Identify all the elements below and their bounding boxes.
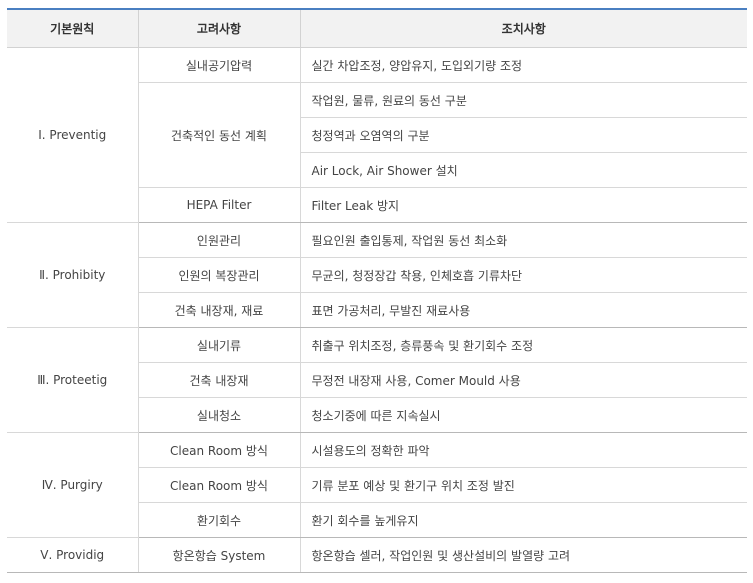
action-cell: 취출구 위치조정, 층류풍속 및 환기회수 조정	[299, 327, 747, 363]
consideration-cell: 실내청소	[137, 397, 300, 433]
table-row: Ⅳ. Purgiry Clean Room 방식 시설용도의 정확한 파악	[7, 432, 747, 538]
header-principle: 기본원칙	[7, 9, 138, 48]
header-row: 기본원칙 고려사항 조치사항	[7, 9, 747, 48]
action-cell: Filter Leak 방지	[299, 187, 747, 223]
principles-table: 기본원칙 고려사항 조치사항 Ⅰ. Preventig 실내공기압력 실간 차압…	[7, 8, 747, 573]
action-cell: 표면 가공처리, 무발진 재료사용	[299, 292, 747, 328]
table-row: Ⅱ. Prohibity 인원관리 필요인원 출입통제, 작업원 동선 최소화	[7, 222, 747, 328]
action-cell: 항온항습 셀러, 작업인원 및 생산설비의 발열량 고려	[299, 537, 747, 573]
action-cell: 청소기중에 따른 지속실시	[299, 397, 747, 433]
consideration-cell: 건축적인 동선 계획	[137, 82, 300, 188]
table-row: Ⅴ. Providig 항온항습 System 항온항습 셀러, 작업인원 및 …	[7, 537, 747, 573]
consideration-cell: 실내기류	[137, 327, 300, 363]
consideration-cell: 실내공기압력	[137, 47, 300, 83]
consideration-cell: HEPA Filter	[137, 187, 300, 223]
consideration-cell: Clean Room 방식	[137, 467, 300, 503]
action-cell: 필요인원 출입통제, 작업원 동선 최소화	[299, 222, 747, 258]
consideration-cell: 건축 내장재, 재료	[137, 292, 300, 328]
action-cell: 청정역과 오염역의 구분	[299, 117, 747, 153]
action-cell: 환기 회수를 높게유지	[299, 502, 747, 538]
action-cell: 작업원, 물류, 원료의 동선 구분	[299, 82, 747, 118]
principle-cell: Ⅲ. Proteetig	[7, 327, 138, 433]
consideration-cell: 건축 내장재	[137, 362, 300, 398]
header-action: 조치사항	[299, 9, 747, 48]
principle-cell: Ⅴ. Providig	[7, 537, 138, 573]
action-cell: 무균의, 청정장갑 착용, 인체호흡 기류차단	[299, 257, 747, 293]
action-cell: 기류 분포 예상 및 환기구 위치 조정 발진	[299, 467, 747, 503]
consideration-cell: 항온항습 System	[137, 537, 300, 573]
action-cell: 실간 차압조정, 양압유지, 도입외기량 조정	[299, 47, 747, 83]
principle-cell: Ⅱ. Prohibity	[7, 222, 138, 328]
action-cell: 시설용도의 정확한 파악	[299, 432, 747, 468]
principle-cell: Ⅰ. Preventig	[7, 47, 138, 223]
principle-cell: Ⅳ. Purgiry	[7, 432, 138, 538]
consideration-cell: 인원의 복장관리	[137, 257, 300, 293]
consideration-cell: 인원관리	[137, 222, 300, 258]
action-cell: 무정전 내장재 사용, Comer Mould 사용	[299, 362, 747, 398]
consideration-cell: 환기회수	[137, 502, 300, 538]
table-row: Ⅲ. Proteetig 실내기류 취출구 위치조정, 층류풍속 및 환기회수 …	[7, 327, 747, 433]
header-consideration: 고려사항	[137, 9, 300, 48]
table-row: Ⅰ. Preventig 실내공기압력 실간 차압조정, 양압유지, 도입외기량…	[7, 47, 747, 223]
action-cell: Air Lock, Air Shower 설치	[299, 152, 747, 188]
consideration-cell: Clean Room 방식	[137, 432, 300, 468]
